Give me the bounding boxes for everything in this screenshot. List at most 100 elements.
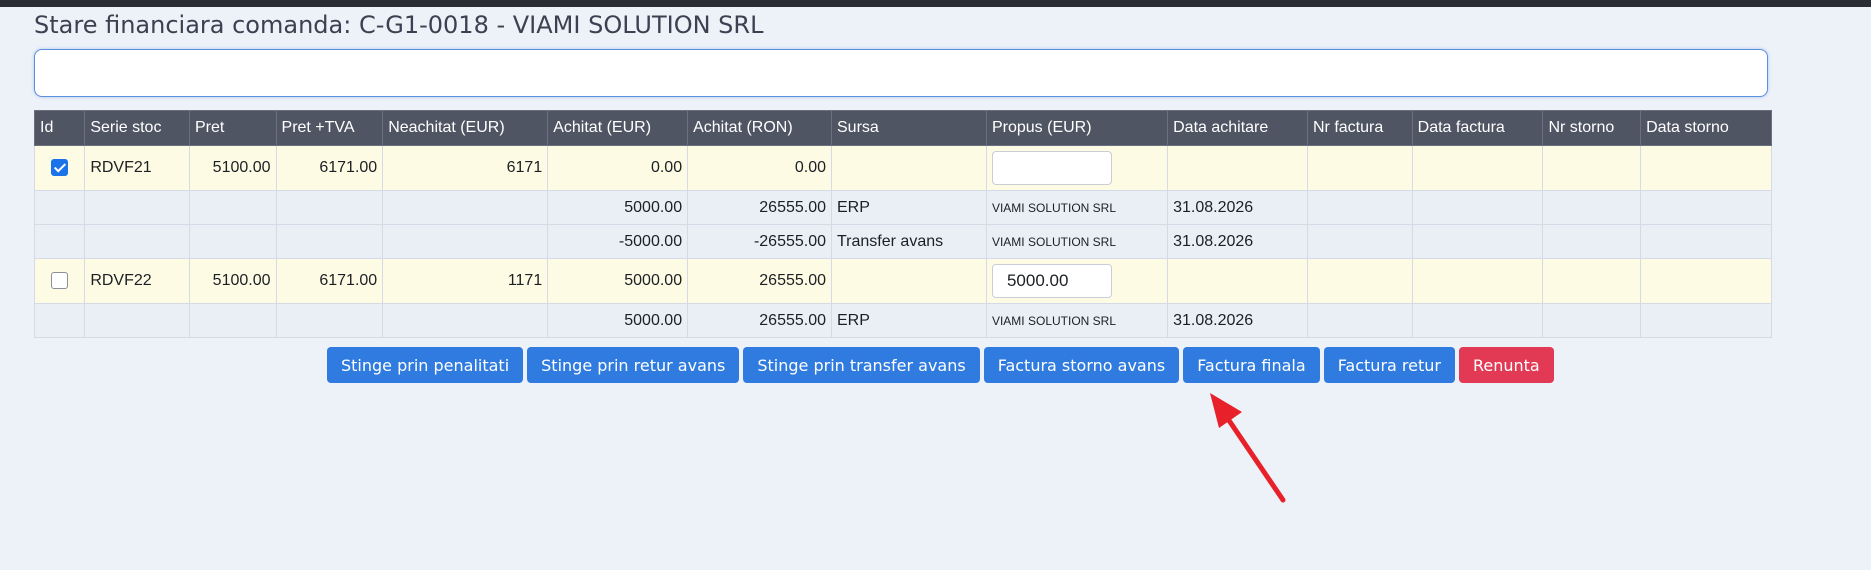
table-row: -5000.00 -26555.00 Transfer avans VIAMI … xyxy=(33,224,1772,259)
cell-propus xyxy=(985,145,1169,191)
cell-nr-factura xyxy=(1306,190,1413,225)
col-header-achitat-ron[interactable]: Achitat (RON) xyxy=(687,110,832,146)
cell-neachitat: 1171 xyxy=(382,258,549,304)
action-bar: Stinge prin penalitati Stinge prin retur… xyxy=(327,347,1554,383)
row-select-cell xyxy=(33,303,86,338)
row-select-cell xyxy=(33,258,86,304)
search-input[interactable] xyxy=(34,49,1768,97)
cell-nr-factura xyxy=(1306,258,1413,304)
cell-pret xyxy=(188,303,277,338)
cell-nr-factura xyxy=(1306,224,1413,259)
cell-serie-stoc xyxy=(84,303,190,338)
row-select-cell xyxy=(33,145,86,191)
red-arrow-icon xyxy=(1210,393,1286,503)
cell-nr-storno xyxy=(1542,190,1642,225)
cell-pret-tva xyxy=(275,190,384,225)
table-row: RDVF21 5100.00 6171.00 6171 0.00 0.00 xyxy=(33,145,1772,191)
cell-data-storno xyxy=(1640,224,1772,259)
col-header-propus[interactable]: Propus (EUR) xyxy=(985,110,1169,146)
row-select-cell xyxy=(33,224,86,259)
stinge-prin-retur-avans-button[interactable]: Stinge prin retur avans xyxy=(527,347,740,383)
cell-serie-stoc xyxy=(84,190,190,225)
col-header-id[interactable]: Id xyxy=(33,110,86,146)
col-header-nr-storno[interactable]: Nr storno xyxy=(1542,110,1642,146)
cell-serie-stoc: RDVF21 xyxy=(84,145,190,191)
table-row: RDVF22 5100.00 6171.00 1171 5000.00 2655… xyxy=(33,258,1772,304)
col-header-sursa[interactable]: Sursa xyxy=(831,110,987,146)
page-title: Stare financiara comanda: C-G1-0018 - VI… xyxy=(34,11,764,39)
cell-data-achitare: 31.08.2026 xyxy=(1167,224,1308,259)
cell-pret-tva: 6171.00 xyxy=(275,258,384,304)
cell-achitat-ron: 26555.00 xyxy=(687,303,832,338)
col-header-nr-factura[interactable]: Nr factura xyxy=(1306,110,1413,146)
factura-finala-button[interactable]: Factura finala xyxy=(1183,347,1320,383)
cell-sursa: ERP xyxy=(831,303,987,338)
cell-achitat-eur: 5000.00 xyxy=(547,303,689,338)
cell-data-storno xyxy=(1640,258,1772,304)
cell-pret-tva xyxy=(275,303,384,338)
row-select-cell xyxy=(33,190,86,225)
col-header-neachitat[interactable]: Neachitat (EUR) xyxy=(382,110,549,146)
row-checkbox[interactable] xyxy=(51,159,69,177)
cell-nr-storno xyxy=(1542,258,1642,304)
col-header-achitat-eur[interactable]: Achitat (EUR) xyxy=(547,110,689,146)
col-header-serie-stoc[interactable]: Serie stoc xyxy=(84,110,190,146)
cell-data-achitare: 31.08.2026 xyxy=(1167,303,1308,338)
cell-nr-storno xyxy=(1542,145,1642,191)
cell-nr-factura xyxy=(1306,303,1413,338)
cell-pret: 5100.00 xyxy=(188,145,277,191)
cell-data-achitare: 31.08.2026 xyxy=(1167,190,1308,225)
cell-neachitat xyxy=(382,190,549,225)
cell-neachitat xyxy=(382,303,549,338)
cell-propus: VIAMI SOLUTION SRL xyxy=(985,224,1169,259)
cell-achitat-eur: 5000.00 xyxy=(547,258,689,304)
cell-data-achitare xyxy=(1167,258,1308,304)
cell-pret-tva xyxy=(275,224,384,259)
cell-neachitat: 6171 xyxy=(382,145,549,191)
cell-achitat-eur: -5000.00 xyxy=(547,224,689,259)
cell-data-factura xyxy=(1411,224,1544,259)
cell-propus: VIAMI SOLUTION SRL xyxy=(985,303,1169,338)
factura-storno-avans-button[interactable]: Factura storno avans xyxy=(983,347,1180,383)
cell-nr-factura xyxy=(1306,145,1413,191)
cell-nr-storno xyxy=(1542,303,1642,338)
table-row: 5000.00 26555.00 ERP VIAMI SOLUTION SRL … xyxy=(33,303,1772,338)
cell-data-storno xyxy=(1640,190,1772,225)
cell-pret xyxy=(188,190,277,225)
col-header-data-achitare[interactable]: Data achitare xyxy=(1167,110,1308,146)
cell-sursa: Transfer avans xyxy=(831,224,987,259)
cell-propus xyxy=(985,258,1169,304)
col-header-pret-tva[interactable]: Pret +TVA xyxy=(275,110,384,146)
stinge-prin-penalitati-button[interactable]: Stinge prin penalitati xyxy=(327,347,524,383)
cell-data-storno xyxy=(1640,145,1772,191)
cell-achitat-ron: 26555.00 xyxy=(687,258,832,304)
factura-retur-button[interactable]: Factura retur xyxy=(1323,347,1455,383)
col-header-data-storno[interactable]: Data storno xyxy=(1640,110,1772,146)
cell-data-factura xyxy=(1411,258,1544,304)
table-header-row: Id Serie stoc Pret Pret +TVA Neachitat (… xyxy=(33,110,1772,146)
cell-data-achitare xyxy=(1167,145,1308,191)
financial-status-table: Id Serie stoc Pret Pret +TVA Neachitat (… xyxy=(33,110,1772,338)
propus-input[interactable] xyxy=(991,151,1112,185)
row-checkbox[interactable] xyxy=(51,272,69,290)
cell-propus: VIAMI SOLUTION SRL xyxy=(985,190,1169,225)
cell-pret-tva: 6171.00 xyxy=(275,145,384,191)
cell-data-storno xyxy=(1640,303,1772,338)
cell-achitat-eur: 5000.00 xyxy=(547,190,689,225)
cell-data-factura xyxy=(1411,145,1544,191)
col-header-data-factura[interactable]: Data factura xyxy=(1411,110,1544,146)
top-bar xyxy=(0,0,1871,7)
cell-pret xyxy=(188,224,277,259)
cell-achitat-eur: 0.00 xyxy=(547,145,689,191)
renunta-button[interactable]: Renunta xyxy=(1458,347,1554,383)
cell-neachitat xyxy=(382,224,549,259)
cell-pret: 5100.00 xyxy=(188,258,277,304)
propus-input[interactable] xyxy=(991,264,1112,298)
cell-achitat-ron: 0.00 xyxy=(687,145,832,191)
col-header-pret[interactable]: Pret xyxy=(188,110,277,146)
stinge-prin-transfer-avans-button[interactable]: Stinge prin transfer avans xyxy=(743,347,980,383)
cell-nr-storno xyxy=(1542,224,1642,259)
cell-serie-stoc: RDVF22 xyxy=(84,258,190,304)
table-row: 5000.00 26555.00 ERP VIAMI SOLUTION SRL … xyxy=(33,190,1772,225)
cell-data-factura xyxy=(1411,190,1544,225)
